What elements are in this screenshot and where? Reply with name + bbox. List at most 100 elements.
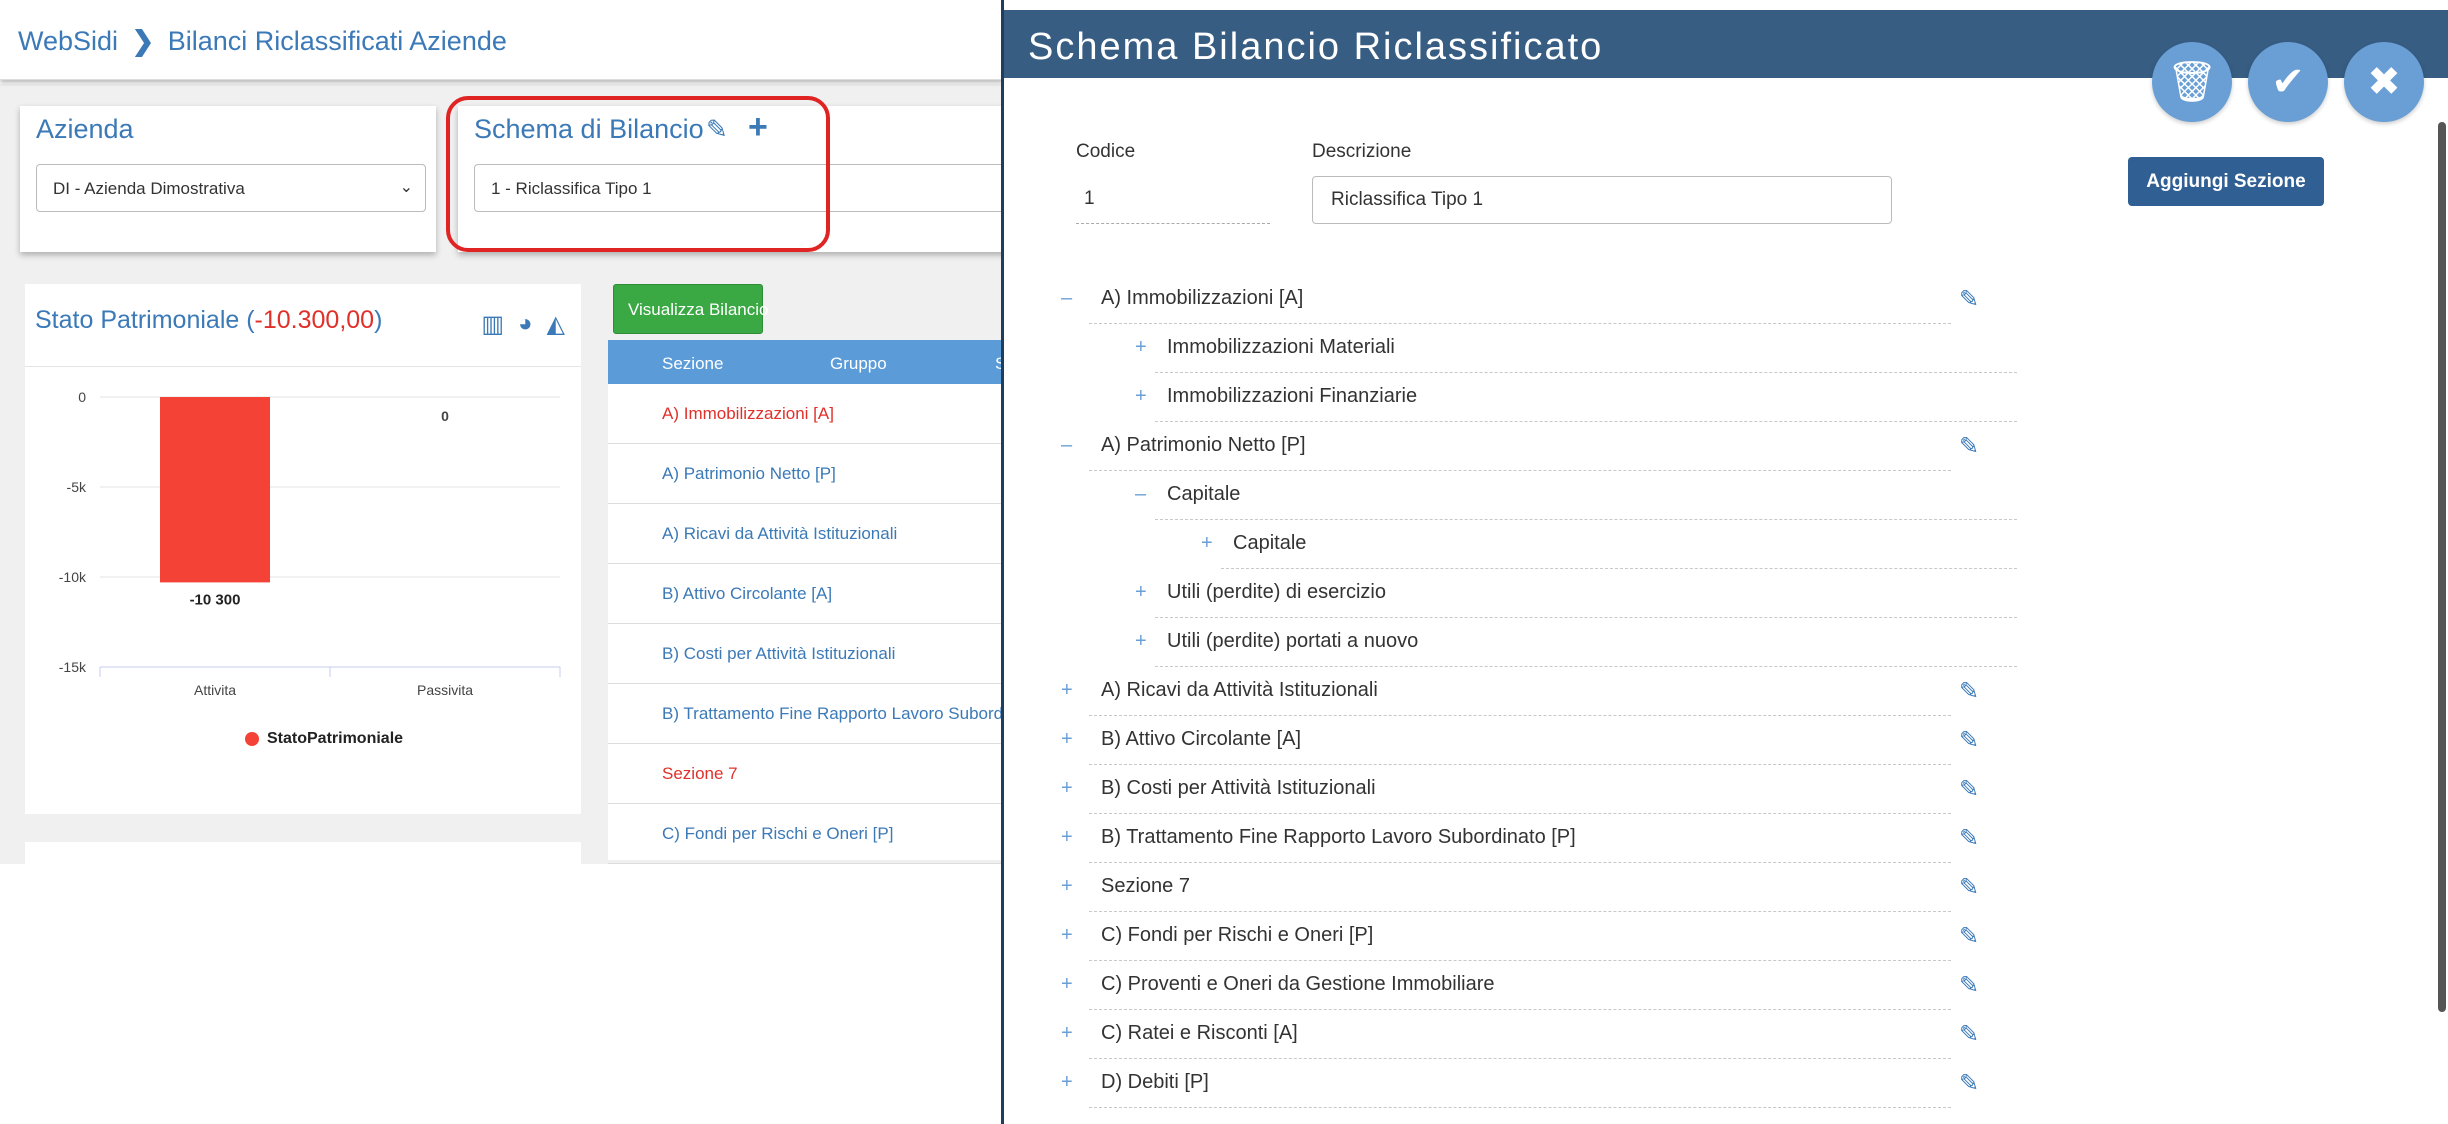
expand-icon[interactable]: +: [1061, 728, 1073, 751]
tree-node[interactable]: + B) Attivo Circolante [A] ✎: [1061, 716, 1979, 765]
tree-node-label: B) Costi per Attività Istituzionali: [1101, 777, 1376, 799]
tree-node[interactable]: + B) Costi per Attività Istituzionali ✎: [1061, 765, 1979, 814]
tree-node-label: Immobilizzazioni Materiali: [1167, 336, 1395, 358]
tree-node[interactable]: + Immobilizzazioni Materiali: [1135, 324, 2017, 373]
visualizza-bilancio-button[interactable]: Visualizza Bilancio: [613, 284, 768, 334]
tree-node-label: Sezione 7: [1101, 875, 1190, 897]
descrizione-label: Descrizione: [1312, 141, 1412, 162]
table-row[interactable]: C) Fondi per Rischi e Oneri [P]: [608, 804, 1003, 864]
table-row[interactable]: A) Immobilizzazioni [A]: [608, 384, 1003, 444]
pencil-icon[interactable]: ✎: [1959, 971, 1979, 1000]
scrollbar[interactable]: [2438, 122, 2446, 1012]
tree-node[interactable]: + C) Proventi e Oneri da Gestione Immobil…: [1061, 961, 1979, 1010]
tree-node-label: Immobilizzazioni Finanziarie: [1167, 385, 1418, 407]
table-row[interactable]: B) Trattamento Fine Rapporto Lavoro Subo…: [608, 684, 1003, 744]
expand-icon[interactable]: +: [1135, 630, 1147, 653]
modal-header: Schema Bilancio Riclassificato: [1004, 10, 2448, 78]
tree-node-label: Capitale: [1233, 532, 1307, 554]
check-icon[interactable]: ✔: [2248, 42, 2328, 122]
area-chart-icon[interactable]: ◭: [547, 310, 565, 339]
tree-node[interactable]: + D) Debiti [P] ✎: [1061, 1059, 1979, 1108]
pie-chart-icon[interactable]: ◕: [518, 310, 533, 339]
tree-node[interactable]: + Utili (perdite) di esercizio: [1135, 569, 2017, 618]
pencil-icon[interactable]: ✎: [1959, 726, 1979, 755]
expand-icon[interactable]: +: [1061, 679, 1073, 702]
y-tick-label: -10k: [59, 569, 87, 585]
chart-divider: [25, 366, 581, 367]
header-sezione[interactable]: Sezione: [662, 354, 723, 374]
table-row[interactable]: B) Attivo Circolante [A]: [608, 564, 1003, 624]
table-row[interactable]: Sezione 7: [608, 744, 1003, 804]
pencil-icon[interactable]: ✎: [1959, 873, 1979, 902]
expand-icon[interactable]: +: [1061, 973, 1073, 996]
legend-label: StatoPatrimoniale: [267, 730, 404, 747]
pencil-icon[interactable]: ✎: [1959, 677, 1979, 706]
aggiungi-sezione-button[interactable]: Aggiungi Sezione: [2128, 157, 2324, 206]
pencil-icon[interactable]: ✎: [1959, 1069, 1979, 1098]
tree-node[interactable]: – A) Immobilizzazioni [A] ✎: [1061, 275, 1979, 324]
expand-icon[interactable]: +: [1135, 336, 1147, 359]
table-row[interactable]: B) Costi per Attività Istituzionali: [608, 624, 1003, 684]
trash-icon[interactable]: 🗑: [2152, 42, 2232, 122]
modal-title: Schema Bilancio Riclassificato: [1028, 26, 1604, 68]
expand-icon[interactable]: +: [1061, 826, 1073, 849]
table-cell-sezione: A) Ricavi da Attività Istituzionali: [662, 524, 898, 543]
tree-node-label: A) Patrimonio Netto [P]: [1101, 434, 1306, 456]
expand-icon[interactable]: +: [1061, 777, 1073, 800]
tree-node-label: B) Attivo Circolante [A]: [1101, 728, 1302, 750]
breadcrumb: WebSidi ❯ Bilanci Riclassificati Aziende: [18, 26, 507, 57]
table-cell-sezione: Sezione 7: [662, 764, 738, 783]
tree-node-label: A) Ricavi da Attività Istituzionali: [1101, 679, 1378, 701]
collapse-icon[interactable]: –: [1061, 287, 1072, 310]
expand-icon[interactable]: +: [1061, 1071, 1073, 1094]
codice-field[interactable]: 1: [1076, 178, 1270, 224]
azienda-select[interactable]: DI - Azienda Dimostrativa ⌄: [36, 164, 426, 212]
tree-node[interactable]: + Utili (perdite) portati a nuovo: [1135, 618, 2017, 667]
table-cell-sezione: B) Trattamento Fine Rapporto Lavoro Subo…: [662, 704, 1003, 723]
chevron-right-icon: ❯: [131, 26, 155, 56]
bottom-panel: [25, 842, 581, 872]
legend-dot: [245, 732, 259, 746]
pencil-icon[interactable]: ✎: [1959, 775, 1979, 804]
bar-chart-icon[interactable]: ▥: [481, 310, 504, 339]
tree-node[interactable]: + A) Ricavi da Attività Istituzionali ✎: [1061, 667, 1979, 716]
table-cell-sezione: A) Immobilizzazioni [A]: [662, 404, 834, 423]
table-row[interactable]: A) Ricavi da Attività Istituzionali: [608, 504, 1003, 564]
expand-icon[interactable]: +: [1135, 581, 1147, 604]
tree-node-label: Utili (perdite) di esercizio: [1167, 581, 1386, 603]
tree-node[interactable]: + Capitale: [1201, 520, 2017, 569]
pencil-icon[interactable]: ✎: [1959, 824, 1979, 853]
table-header: Sezione Gruppo S: [608, 340, 1003, 384]
tree-node-label: B) Trattamento Fine Rapporto Lavoro Subo…: [1101, 826, 1576, 848]
close-icon[interactable]: ✖: [2344, 42, 2424, 122]
chart-tools: ▥ ◕ ◭: [481, 310, 565, 339]
highlight-outline: [446, 96, 830, 252]
descrizione-input[interactable]: Riclassifica Tipo 1: [1312, 176, 1892, 224]
sections-table: Sezione Gruppo S A) Immobilizzazioni [A]…: [608, 340, 1003, 864]
y-tick-label: -15k: [59, 659, 87, 675]
header-gruppo[interactable]: Gruppo: [830, 354, 887, 374]
tree-node[interactable]: + B) Trattamento Fine Rapporto Lavoro Sub…: [1061, 814, 1979, 863]
expand-icon[interactable]: +: [1061, 924, 1073, 947]
pencil-icon[interactable]: ✎: [1959, 1020, 1979, 1049]
tree-node[interactable]: – Capitale: [1135, 471, 2017, 520]
tree-node[interactable]: + Immobilizzazioni Finanziarie: [1135, 373, 2017, 422]
pencil-icon[interactable]: ✎: [1959, 922, 1979, 951]
pencil-icon[interactable]: ✎: [1959, 285, 1979, 314]
expand-icon[interactable]: +: [1061, 1022, 1073, 1045]
tree-node-label: C) Ratei e Risconti [A]: [1101, 1022, 1298, 1044]
chart-legend[interactable]: StatoPatrimoniale: [245, 730, 403, 748]
tree-node[interactable]: + Sezione 7 ✎: [1061, 863, 1979, 912]
table-row[interactable]: A) Patrimonio Netto [P]: [608, 444, 1003, 504]
breadcrumb-home[interactable]: WebSidi: [18, 26, 118, 56]
pencil-icon[interactable]: ✎: [1959, 432, 1979, 461]
tree-node[interactable]: + C) Ratei e Risconti [A] ✎: [1061, 1010, 1979, 1059]
expand-icon[interactable]: +: [1201, 532, 1213, 555]
expand-icon[interactable]: +: [1135, 385, 1147, 408]
bar-chart: 0 -5k -10k -15k Attivita -10 300 Passivita 0: [59, 389, 561, 698]
tree-node[interactable]: – A) Patrimonio Netto [P] ✎: [1061, 422, 1979, 471]
tree-node[interactable]: + C) Fondi per Rischi e Oneri [P] ✎: [1061, 912, 1979, 961]
expand-icon[interactable]: +: [1061, 875, 1073, 898]
collapse-icon[interactable]: –: [1135, 483, 1146, 506]
collapse-icon[interactable]: –: [1061, 434, 1072, 457]
